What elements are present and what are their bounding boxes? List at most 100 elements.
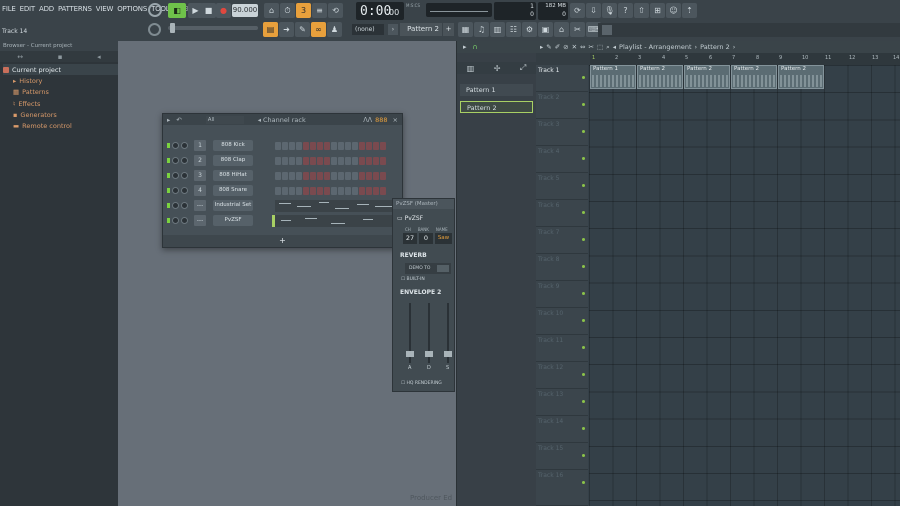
track-led[interactable] [582,211,585,214]
track-led[interactable] [582,319,585,322]
step-sequencer[interactable] [275,156,386,165]
channel-volume-knob[interactable] [181,172,188,179]
track-led[interactable] [582,427,585,430]
metronome-icon[interactable]: ⌂ [264,3,279,18]
pattern-prev-arrow[interactable]: › [388,24,398,35]
zoom-icon[interactable]: ⌕ [606,43,610,52]
track-led[interactable] [582,157,585,160]
step-sequencer[interactable] [275,141,386,150]
mixer-view-icon[interactable]: ⊞ [650,3,665,18]
pattern-clip[interactable]: Pattern 2 [684,65,730,89]
menu-add[interactable]: ADD [39,5,54,13]
track-led[interactable] [582,130,585,133]
channel-pan-knob[interactable] [172,157,179,164]
channel-piano-roll-preview[interactable] [272,214,398,227]
channel-rack-window[interactable]: ▸ ↶ All ◂ Channel rack ᐱᐱ 888 × 1 808 Ki… [162,113,403,248]
browser-root-current-project[interactable]: Current project [3,64,118,76]
playlist-view-icon[interactable]: ▦ [458,22,473,37]
track-header[interactable]: Track 9 [536,281,588,308]
loop-record-icon[interactable]: ⟲ [328,3,343,18]
select-icon[interactable]: ⬚ [597,43,603,51]
delete-icon[interactable]: ⊘ [563,43,568,51]
channel-pan-knob[interactable] [172,172,179,179]
menu-view[interactable]: VIEW [96,5,114,13]
channel-volume-knob[interactable] [181,187,188,194]
plugin-picker-icon[interactable]: ⚙ [522,22,537,37]
slip-icon[interactable]: ⇔ [580,43,585,51]
track-header[interactable]: Track 10 [536,308,588,335]
pattern-clip[interactable]: Pattern 1 [590,65,636,89]
plugin-titlebar[interactable]: PvZSF (Master) [393,199,454,209]
pattern-picker-arrow-icon[interactable]: ▸ [463,43,467,51]
link-tool-icon[interactable]: ∞ [311,22,326,37]
window-menu-icon[interactable]: ▸ [167,116,170,124]
channel-mixer-track[interactable]: --- [194,215,206,226]
pattern-item-1[interactable]: Pattern 1 [460,84,533,96]
close-icon[interactable]: × [393,116,398,124]
snap-icon[interactable]: ▤ [263,22,278,37]
channel-led[interactable] [167,173,170,178]
pattern-clip[interactable]: Pattern 2 [778,65,824,89]
decay-slider[interactable] [425,303,433,363]
menu-file[interactable]: FILE [2,5,16,13]
channel-rack-view-icon[interactable]: ▥ [490,22,505,37]
playback-icon[interactable]: ◂ [613,43,616,51]
pattern-selector[interactable]: Pattern 2 [400,23,442,36]
stamp-tool-icon[interactable]: ♟ [327,22,342,37]
browser-item-generators[interactable]: ▪ Generators [3,109,118,120]
channel-led[interactable] [167,143,170,148]
slice-icon[interactable]: ✂ [589,43,594,51]
magnet-icon[interactable]: ∩ [473,43,478,51]
channel-volume-knob[interactable] [181,202,188,209]
browser-toggle-icon[interactable]: ⌂ [554,22,569,37]
track-led[interactable] [582,373,585,376]
arrow-tool-icon[interactable]: ➜ [279,22,294,37]
browser-item-effects[interactable]: ♮ Effects [3,98,118,109]
swing-display[interactable]: 888 [375,116,387,124]
mute-icon[interactable]: ✕ [572,43,577,51]
channel-volume-knob[interactable] [181,157,188,164]
help-icon[interactable]: ? [618,3,633,18]
built-in-checkbox[interactable]: ☐ BUILT-IN [401,277,425,282]
playlist-menu-icon[interactable]: ▸ [540,43,543,51]
tempo-display[interactable]: 90.000 [232,4,258,17]
master-volume-knob[interactable] [148,3,162,17]
track-header[interactable]: Track 16 [536,470,588,506]
pencil-tool-icon[interactable]: ✎ [295,22,310,37]
channel-filter-select[interactable]: All [205,115,244,124]
menu-patterns[interactable]: PATTERNS [58,5,92,13]
track-led[interactable] [582,238,585,241]
collapse-icon[interactable]: ↔ [17,53,23,61]
step-sequencer[interactable] [275,186,386,195]
speaker-icon[interactable]: ◂ [97,53,101,61]
channel-name-button[interactable]: 808 Snare [213,185,253,196]
sustain-slider[interactable] [444,303,452,363]
track-header[interactable]: Track 7 [536,227,588,254]
channel-pan-knob[interactable] [172,142,179,149]
track-header[interactable]: Track 1 [536,65,588,92]
browser-item-remote-control[interactable]: ▬ Remote control [3,120,118,131]
hq-rendering-checkbox[interactable]: ☐ HQ RENDERING [401,381,442,386]
channel-led[interactable] [167,218,170,223]
step-sequencer[interactable] [275,171,386,180]
pattern-merge-icon[interactable]: ✢ [494,64,501,73]
channel-mixer-track[interactable]: 4 [194,185,206,196]
track-led[interactable] [582,400,585,403]
undo-icon[interactable]: ↶ [176,116,181,124]
track-header[interactable]: Track 12 [536,362,588,389]
track-header[interactable]: Track 6 [536,200,588,227]
channel-name-button[interactable]: 808 HiHat [213,170,253,181]
master-pitch-slider[interactable] [168,23,258,33]
track-header[interactable]: Track 13 [536,389,588,416]
track-led[interactable] [582,292,585,295]
channel-volume-knob[interactable] [181,217,188,224]
brush-icon[interactable]: ✐ [555,43,560,51]
track-header[interactable]: Track 5 [536,173,588,200]
pattern-clip[interactable]: Pattern 2 [731,65,777,89]
track-header[interactable]: Track 15 [536,443,588,470]
stop-button[interactable]: ■ [201,3,216,18]
channel-pan-knob[interactable] [172,187,179,194]
track-header[interactable]: Track 4 [536,146,588,173]
channel-mixer-track[interactable]: 1 [194,140,206,151]
folder-icon[interactable]: ▪ [58,53,63,61]
